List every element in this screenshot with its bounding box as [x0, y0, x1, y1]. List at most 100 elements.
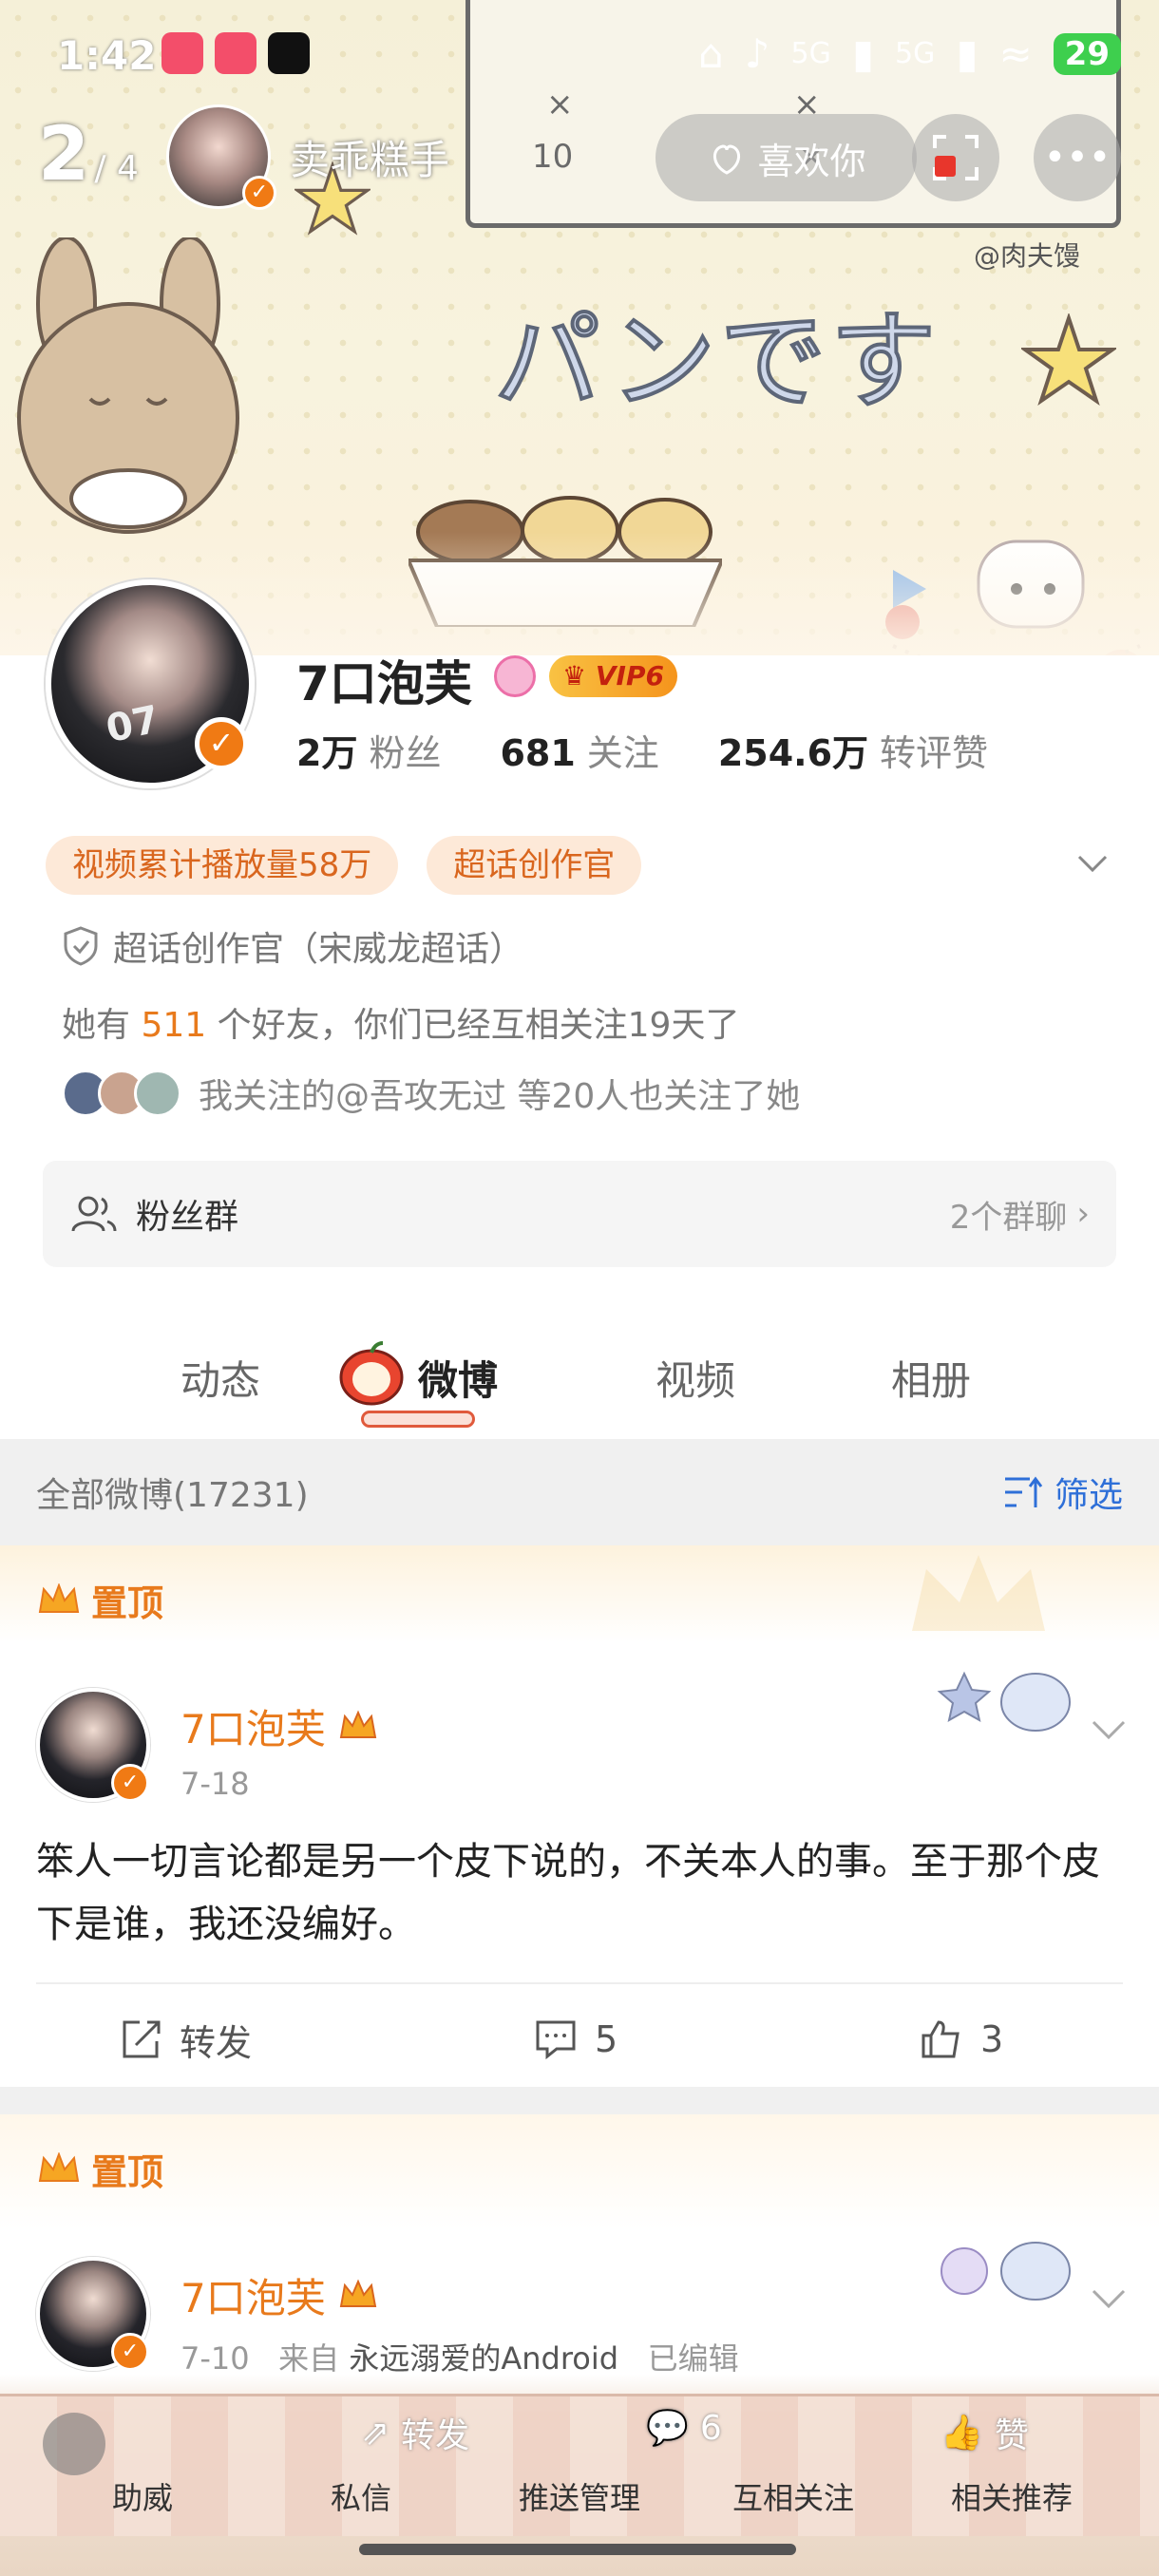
- comment-count: 5: [595, 2018, 618, 2060]
- avatar-jersey-print: 07: [102, 697, 163, 752]
- crown-watermark-icon: [912, 1555, 1045, 1631]
- stat-label: 转评赞: [880, 732, 989, 774]
- shield-icon: [64, 926, 98, 966]
- stat-value: 681: [500, 732, 576, 774]
- post-source-prefix: 来自: [278, 2340, 340, 2377]
- profile-tabs: 动态 微博 视频 相册: [0, 1311, 1159, 1439]
- bed-icon: ⌂: [698, 30, 724, 77]
- toolbar-message[interactable]: 私信: [266, 2474, 456, 2518]
- page-indicator[interactable]: 2 / 4: [38, 112, 139, 198]
- home-indicator[interactable]: [359, 2544, 796, 2555]
- like-button[interactable]: 3: [920, 2018, 1003, 2060]
- chevron-right-icon: ›: [1076, 1195, 1090, 1233]
- fan-group-count-area: 2个群聊 ›: [950, 1191, 1090, 1238]
- scan-icon: [933, 135, 978, 180]
- post-sticker: [937, 1671, 1071, 1732]
- more-button[interactable]: •••: [1034, 114, 1121, 201]
- tiktok-app-icon: [268, 32, 310, 74]
- stat-value: 2万: [296, 732, 358, 774]
- fan-group-row[interactable]: 粉丝群 2个群聊 ›: [43, 1161, 1116, 1267]
- like-you-label: 喜欢你: [757, 140, 866, 182]
- fan-group-count: 2个群聊: [949, 1198, 1068, 1237]
- overlay-repost-label: 转发: [401, 2416, 470, 2455]
- repost-label: 转发: [180, 2021, 253, 2064]
- pinned-text: 置顶: [91, 1582, 164, 1624]
- post-author-name: 7口泡芙: [180, 2275, 326, 2321]
- post-date: 7-10: [180, 2340, 250, 2377]
- stat-label: 关注: [586, 732, 659, 774]
- comment-button[interactable]: 5: [534, 2018, 618, 2060]
- scan-button[interactable]: [912, 114, 999, 201]
- comment-icon: 💬: [646, 2409, 689, 2448]
- post-author[interactable]: 7口泡芙: [180, 2266, 379, 2324]
- crown-level-icon: [339, 2278, 376, 2307]
- banner-text: パンです: [492, 298, 940, 426]
- post-author[interactable]: 7口泡芙: [180, 1697, 379, 1755]
- post-separator: [0, 2087, 1159, 2114]
- status-app-icons: [162, 32, 310, 74]
- verification-text: 超话创作官（宋威龙超话）: [113, 930, 524, 969]
- tab-weibo[interactable]: 微博: [418, 1349, 498, 1407]
- crown-level-icon: [339, 1709, 376, 1738]
- vip-badge[interactable]: ♛ VIP6: [549, 655, 677, 697]
- divider: [36, 1982, 1123, 1984]
- signal-5g-1: 5G: [790, 37, 831, 70]
- mutual-followers[interactable]: 我关注的@吾攻无过 等20人也关注了她: [62, 1069, 800, 1118]
- like-you-button[interactable]: 喜欢你: [656, 114, 917, 201]
- overlay-like[interactable]: 👍 赞: [940, 2408, 1029, 2457]
- banner-watermark: @肉夫馒: [974, 240, 1081, 272]
- nav-user-name[interactable]: 卖乖糕手: [290, 128, 449, 186]
- stat-following[interactable]: 681 关注: [500, 724, 658, 776]
- signal-icon: ▮: [851, 30, 874, 77]
- group-icon: [71, 1196, 117, 1232]
- post-sticker: [940, 2242, 1071, 2301]
- chevron-down-icon[interactable]: [1088, 2276, 1130, 2318]
- feed-title: 全部微博(17231): [36, 1476, 309, 1515]
- tab-album[interactable]: 相册: [891, 1349, 971, 1407]
- overlay-repost[interactable]: ⇗ 转发: [361, 2408, 469, 2457]
- friends-count: 511: [141, 1006, 207, 1045]
- profile-banner[interactable]: × 10 × × @肉夫馒 パンです: [0, 0, 1159, 655]
- like-count: 3: [980, 2018, 1004, 2060]
- comment-icon: [536, 2020, 576, 2060]
- repost-icon: ⇗: [361, 2413, 390, 2453]
- thumbs-up-icon: [922, 2020, 960, 2058]
- post-date: 7-18: [180, 1766, 250, 1802]
- stat-reposts-comments-likes[interactable]: 254.6万 转评赞: [718, 724, 988, 776]
- post-edited: 已编辑: [647, 2340, 739, 2377]
- chevron-down-icon[interactable]: [1088, 1707, 1130, 1749]
- vip-label: VIP6: [595, 660, 664, 691]
- toolbar-push-settings[interactable]: 推送管理: [484, 2474, 674, 2518]
- pinned-text: 置顶: [91, 2151, 164, 2193]
- member-circle-icon[interactable]: [494, 655, 536, 697]
- apple-icon: [339, 1341, 404, 1406]
- signal-5g-2: 5G: [895, 37, 936, 70]
- toolbar-related[interactable]: 相关推荐: [917, 2474, 1107, 2518]
- tag-supertopic-creator[interactable]: 超话创作官: [427, 836, 642, 895]
- filter-button[interactable]: 筛选: [1001, 1468, 1123, 1517]
- friends-suffix: 个好友，你们已经互相关注19天了: [217, 1006, 740, 1045]
- signal-icon: ▮: [956, 30, 978, 77]
- post-meta: 7-10 来自 永远溺爱的Android 已编辑: [180, 2335, 739, 2378]
- overlay-comment-count: 6: [699, 2408, 722, 2448]
- pinned-label: 置顶: [38, 1574, 163, 1626]
- star-icon: [1021, 313, 1116, 406]
- tag-video-plays[interactable]: 视频累计播放量58万: [46, 836, 399, 895]
- mute-icon: ♪: [744, 30, 770, 77]
- overlay-comments[interactable]: 💬 6: [646, 2408, 722, 2449]
- friends-info[interactable]: 她有 511 个好友，你们已经互相关注19天了: [62, 997, 739, 1047]
- post-source[interactable]: 永远溺爱的Android: [349, 2340, 618, 2377]
- stat-followers[interactable]: 2万 粉丝: [296, 724, 441, 776]
- name-badges: ♛ VIP6: [494, 655, 677, 697]
- toolbar-mutual-follow[interactable]: 互相关注: [698, 2474, 888, 2518]
- tab-video[interactable]: 视频: [656, 1349, 735, 1407]
- thumbs-up-icon: 👍: [940, 2414, 983, 2453]
- collapse-button[interactable]: [43, 2413, 105, 2475]
- post-card[interactable]: 置顶 ✓ 7口泡芙 7-18 笨人一切言论都是另一个皮下说的，不关本人的事。至于…: [0, 1545, 1159, 2087]
- chevron-down-icon[interactable]: [1074, 843, 1112, 881]
- tab-activity[interactable]: 动态: [180, 1349, 260, 1407]
- repost-button[interactable]: 转发: [119, 2014, 252, 2066]
- stat-label: 粉丝: [369, 732, 442, 774]
- toolbar-cheer[interactable]: 助威: [48, 2474, 238, 2518]
- wifi-icon: ≈: [998, 30, 1033, 77]
